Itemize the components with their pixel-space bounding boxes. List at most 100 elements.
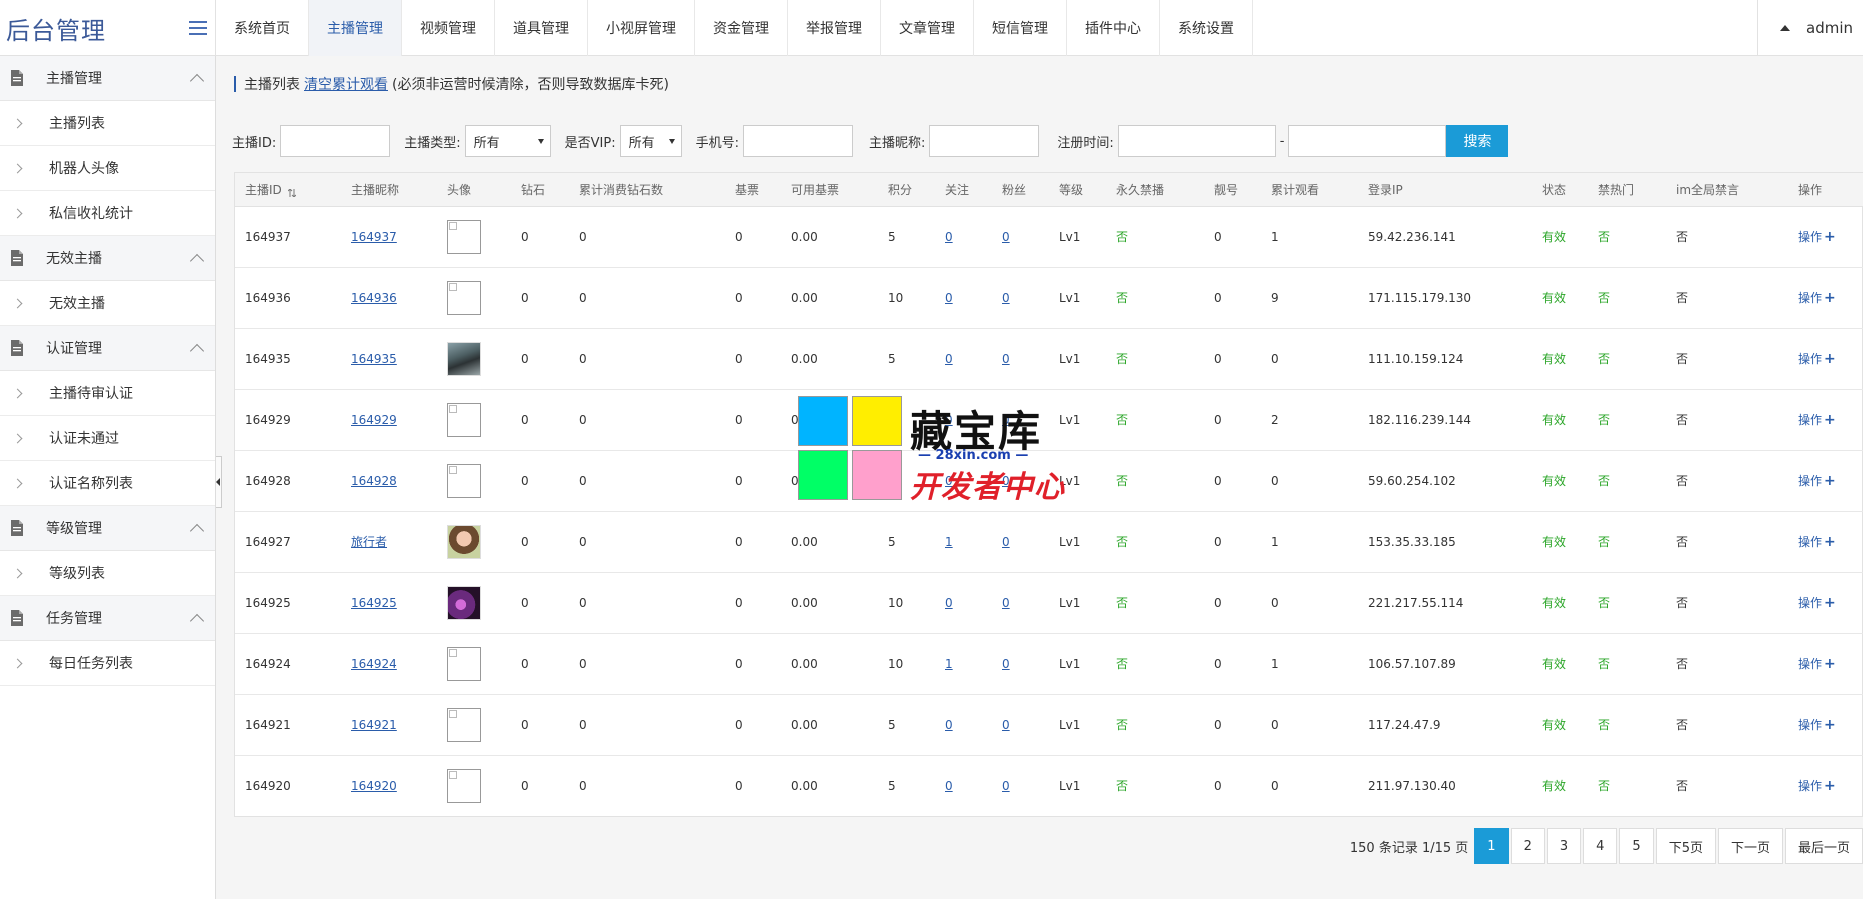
nav-item-9[interactable]: 插件中心 [1067,0,1160,56]
search-button[interactable]: 搜索 [1446,125,1509,157]
follow-link[interactable]: 1 [945,535,953,549]
status-cell[interactable]: 有效 [1542,535,1566,549]
sidebar-item-3-0[interactable]: 等级列表 [0,551,215,596]
nick-link[interactable]: 164921 [351,718,397,732]
ban-cell[interactable]: 否 [1116,352,1128,366]
hot-cell[interactable]: 否 [1598,291,1610,305]
broken-image-icon[interactable] [447,768,481,803]
sidebar-item-0-2[interactable]: 私信收礼统计 [0,191,215,236]
nav-item-3[interactable]: 道具管理 [495,0,588,56]
nickname-input[interactable] [929,125,1040,157]
nav-item-4[interactable]: 小视屏管理 [588,0,695,56]
status-cell[interactable]: 有效 [1542,657,1566,671]
nick-link[interactable]: 164937 [351,230,397,244]
nav-item-2[interactable]: 视频管理 [402,0,495,56]
operation-button[interactable]: 操作 + [1798,351,1836,367]
broken-image-icon[interactable] [447,463,481,498]
sidebar-item-1-0[interactable]: 无效主播 [0,281,215,326]
nav-item-7[interactable]: 文章管理 [881,0,974,56]
hot-cell[interactable]: 否 [1598,596,1610,610]
ban-cell[interactable]: 否 [1116,657,1128,671]
status-cell[interactable]: 有效 [1542,291,1566,305]
sidebar-item-2-2[interactable]: 认证名称列表 [0,461,215,506]
follow-link[interactable]: 0 [945,596,953,610]
broken-image-icon[interactable] [447,646,481,681]
follow-link[interactable]: 1 [945,657,953,671]
status-cell[interactable]: 有效 [1542,352,1566,366]
nick-link[interactable]: 164936 [351,291,397,305]
hot-cell[interactable]: 否 [1598,657,1610,671]
ban-cell[interactable]: 否 [1116,779,1128,793]
nav-item-5[interactable]: 资金管理 [695,0,788,56]
status-cell[interactable]: 有效 [1542,596,1566,610]
next-page-button[interactable]: 下一页 [1717,828,1783,864]
vip-select[interactable]: 所有 [619,125,682,157]
sidebar-group-1[interactable]: 无效主播 [0,236,215,281]
operation-button[interactable]: 操作 + [1798,412,1836,428]
fans-link[interactable]: 0 [1002,474,1010,488]
follow-link[interactable]: 0 [945,291,953,305]
sidebar-item-0-0[interactable]: 主播列表 [0,101,215,146]
nav-item-10[interactable]: 系统设置 [1160,0,1253,56]
hot-cell[interactable]: 否 [1598,474,1610,488]
fans-link[interactable]: 0 [1002,230,1010,244]
broken-image-icon[interactable] [447,402,481,437]
broken-image-icon[interactable] [447,219,481,254]
nick-link[interactable]: 164935 [351,352,397,366]
sidebar-group-4[interactable]: 任务管理 [0,596,215,641]
last-page-button[interactable]: 最后一页 [1784,828,1863,864]
status-cell[interactable]: 有效 [1542,779,1566,793]
page-button-5[interactable]: 5 [1619,828,1654,864]
nav-item-1[interactable]: 主播管理 [309,0,402,56]
operation-button[interactable]: 操作 + [1798,778,1836,794]
fans-link[interactable]: 0 [1002,291,1010,305]
hot-cell[interactable]: 否 [1598,779,1610,793]
hot-cell[interactable]: 否 [1598,352,1610,366]
anchor-id-input[interactable] [280,125,391,157]
hot-cell[interactable]: 否 [1598,230,1610,244]
ban-cell[interactable]: 否 [1116,413,1128,427]
operation-button[interactable]: 操作 + [1798,534,1836,550]
nick-link[interactable]: 164929 [351,413,397,427]
sidebar-group-3[interactable]: 等级管理 [0,506,215,551]
page-button-1[interactable]: 1 [1474,828,1509,864]
nav-item-8[interactable]: 短信管理 [974,0,1067,56]
next-5-pages-button[interactable]: 下5页 [1655,828,1716,864]
ban-cell[interactable]: 否 [1116,291,1128,305]
status-cell[interactable]: 有效 [1542,413,1566,427]
anchor-type-select[interactable]: 所有 [464,125,551,157]
reg-time-start-input[interactable] [1117,125,1276,157]
follow-link[interactable]: 0 [945,474,953,488]
page-button-4[interactable]: 4 [1583,828,1618,864]
ban-cell[interactable]: 否 [1116,535,1128,549]
clear-views-link[interactable]: 清空累计观看 [304,74,388,94]
fans-link[interactable]: 0 [1002,718,1010,732]
operation-button[interactable]: 操作 + [1798,473,1836,489]
page-button-3[interactable]: 3 [1546,828,1582,864]
ban-cell[interactable]: 否 [1116,230,1128,244]
follow-link[interactable]: 0 [945,230,953,244]
reg-time-end-input[interactable] [1288,125,1447,157]
status-cell[interactable]: 有效 [1542,718,1566,732]
sidebar-item-2-0[interactable]: 主播待审认证 [0,371,215,416]
avatar[interactable] [447,341,481,376]
fans-link[interactable]: 0 [1002,596,1010,610]
operation-button[interactable]: 操作 + [1798,595,1836,611]
avatar[interactable] [447,524,481,559]
fans-link[interactable]: 0 [1002,413,1010,427]
hot-cell[interactable]: 否 [1598,718,1610,732]
nav-item-6[interactable]: 举报管理 [788,0,881,56]
follow-link[interactable]: 0 [945,779,953,793]
broken-image-icon[interactable] [447,707,481,742]
follow-link[interactable]: 0 [945,718,953,732]
broken-image-icon[interactable] [447,280,481,315]
sidebar-item-0-1[interactable]: 机器人头像 [0,146,215,191]
sidebar-group-0[interactable]: 主播管理 [0,56,215,101]
nick-link[interactable]: 164925 [351,596,397,610]
hamburger-menu-icon[interactable] [189,21,207,35]
nick-link[interactable]: 164928 [351,474,397,488]
fans-link[interactable]: 0 [1002,779,1010,793]
hot-cell[interactable]: 否 [1598,413,1610,427]
operation-button[interactable]: 操作 + [1798,656,1836,672]
sort-icon[interactable] [287,186,297,198]
